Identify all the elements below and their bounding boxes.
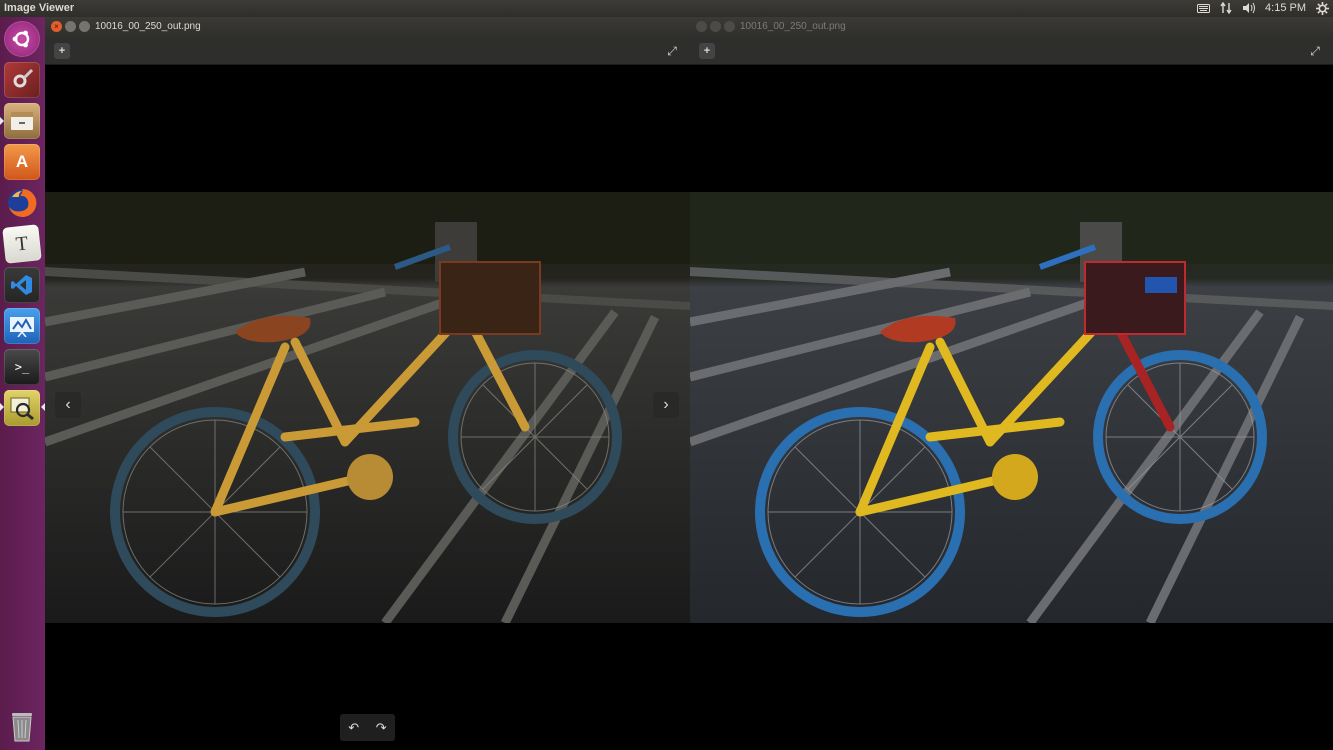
image-viewer-window-left: × 10016_00_250_out.png + ⤢ ‹ › ↶ ↷ (45, 17, 690, 750)
bicycle-photo-dark (45, 192, 690, 623)
maximize-button[interactable] (724, 21, 735, 32)
window-title: 10016_00_250_out.png (740, 21, 846, 32)
toolbar: + ⤢ (45, 37, 690, 65)
files-icon[interactable] (4, 103, 40, 139)
fullscreen-icon: ⤢ (667, 43, 677, 58)
add-image-button[interactable]: + (699, 43, 715, 59)
software-center-icon[interactable]: A (4, 144, 40, 180)
fullscreen-icon: ⤢ (1310, 43, 1320, 58)
rotate-left-icon: ↶ (348, 719, 360, 735)
window-title: 10016_00_250_out.png (95, 21, 201, 32)
close-icon: × (54, 21, 59, 31)
minimize-button[interactable] (710, 21, 721, 32)
gear-icon[interactable] (1315, 1, 1329, 15)
terminal-label: >_ (14, 360, 30, 374)
ubuntu-dash-icon[interactable] (4, 21, 40, 57)
titlebar: × 10016_00_250_out.png (45, 17, 690, 37)
text-editor-icon[interactable]: T (2, 224, 42, 264)
image-viewer-window-right: 10016_00_250_out.png + ⤢ (690, 17, 1333, 750)
plus-icon: + (58, 45, 66, 57)
titlebar: 10016_00_250_out.png (690, 17, 1333, 37)
close-button[interactable] (696, 21, 707, 32)
rotate-right-button[interactable]: ↷ (376, 720, 387, 736)
add-image-button[interactable]: + (54, 43, 70, 59)
image-viewport: ‹ › (45, 65, 690, 750)
rotate-left-button[interactable]: ↶ (348, 720, 359, 736)
close-button[interactable]: × (51, 21, 62, 32)
image-viewport (690, 65, 1333, 750)
volume-icon[interactable] (1242, 1, 1256, 15)
system-settings-icon[interactable] (4, 62, 40, 98)
toolbar: + ⤢ (690, 37, 1333, 65)
minimize-button[interactable] (65, 21, 76, 32)
plus-icon: + (703, 45, 711, 57)
indicator-area: 4:15 PM (1196, 1, 1329, 15)
presentation-icon[interactable] (4, 308, 40, 344)
image-viewer-icon[interactable] (4, 390, 40, 426)
keyboard-icon[interactable] (1196, 1, 1210, 15)
rotate-controls: ↶ ↷ (340, 714, 395, 741)
text-editor-label: T (14, 231, 30, 256)
terminal-icon[interactable]: >_ (4, 349, 40, 385)
firefox-icon[interactable] (4, 185, 40, 221)
launcher: A T >_ (0, 17, 45, 750)
software-center-label: A (15, 152, 29, 171)
top-panel: Image Viewer 4:15 PM (0, 0, 1333, 17)
trash-icon[interactable] (4, 708, 40, 744)
bicycle-photo-enhanced (690, 192, 1333, 623)
fullscreen-button[interactable]: ⤢ (664, 43, 680, 59)
maximize-button[interactable] (79, 21, 90, 32)
chevron-right-icon: › (663, 396, 669, 413)
fullscreen-button[interactable]: ⤢ (1307, 43, 1323, 59)
chevron-left-icon: ‹ (65, 396, 71, 413)
clock[interactable]: 4:15 PM (1265, 2, 1306, 14)
network-icon[interactable] (1219, 1, 1233, 15)
rotate-right-icon: ↷ (375, 719, 387, 735)
vscode-icon[interactable] (4, 267, 40, 303)
app-title: Image Viewer (4, 2, 75, 14)
previous-image-button[interactable]: ‹ (55, 392, 81, 418)
next-image-button[interactable]: › (653, 392, 679, 418)
